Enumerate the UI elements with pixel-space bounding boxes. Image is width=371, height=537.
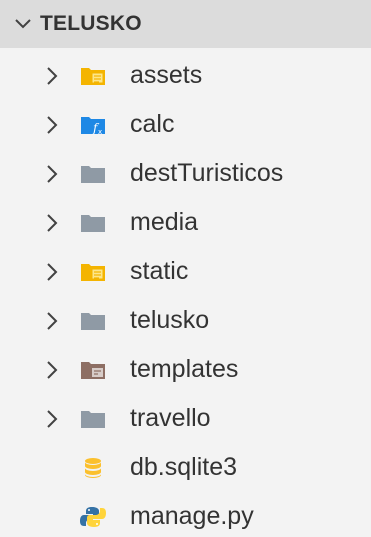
chevron-right-icon[interactable] [44,359,60,381]
file-explorer: TELUSKO assets f x calc destTuristicos m… [0,0,371,537]
tree-item-telusko[interactable]: telusko [0,297,371,346]
svg-text:x: x [98,128,102,136]
chevron-right-icon[interactable] [44,163,60,185]
tree-item-templates[interactable]: templates [0,346,371,395]
tree-item-label: manage.py [130,502,254,530]
tree-item-label: static [130,257,189,285]
tree-item-label: calc [130,110,175,138]
database-icon [85,458,101,478]
folder-assets-icon [81,264,105,281]
folder-icon [81,215,105,232]
python-icon [80,507,106,527]
chevron-right-icon[interactable] [44,261,60,283]
tree-item-label: destTuristicos [130,159,284,187]
tree-item-label: telusko [130,306,210,334]
tree-item-manage-py[interactable]: manage.py [0,493,371,537]
explorer-root-header[interactable]: TELUSKO [0,0,371,48]
tree-item-label: templates [130,355,239,383]
chevron-down-icon[interactable] [14,15,32,33]
tree-item-label: assets [130,61,203,89]
tree-item-db-sqlite3[interactable]: db.sqlite3 [0,444,371,493]
tree-item-destturisticos[interactable]: destTuristicos [0,150,371,199]
chevron-right-icon[interactable] [44,408,60,430]
tree-item-travello[interactable]: travello [0,395,371,444]
chevron-right-icon[interactable] [44,212,60,234]
tree-item-media[interactable]: media [0,199,371,248]
folder-icon [81,411,105,428]
tree-item-assets[interactable]: assets [0,52,371,101]
folder-assets-icon [81,68,105,85]
root-folder-label: TELUSKO [40,12,142,35]
folder-templates-icon [81,362,105,379]
tree-item-label: media [130,208,199,236]
folder-function-icon: f x [81,117,105,136]
chevron-right-icon[interactable] [44,65,60,87]
chevron-right-icon[interactable] [44,310,60,332]
tree-item-label: travello [130,404,211,432]
tree-item-static[interactable]: static [0,248,371,297]
folder-icon [81,166,105,183]
chevron-right-icon[interactable] [44,114,60,136]
tree-item-calc[interactable]: f x calc [0,101,371,150]
folder-icon [81,313,105,330]
tree-item-label: db.sqlite3 [130,453,238,481]
